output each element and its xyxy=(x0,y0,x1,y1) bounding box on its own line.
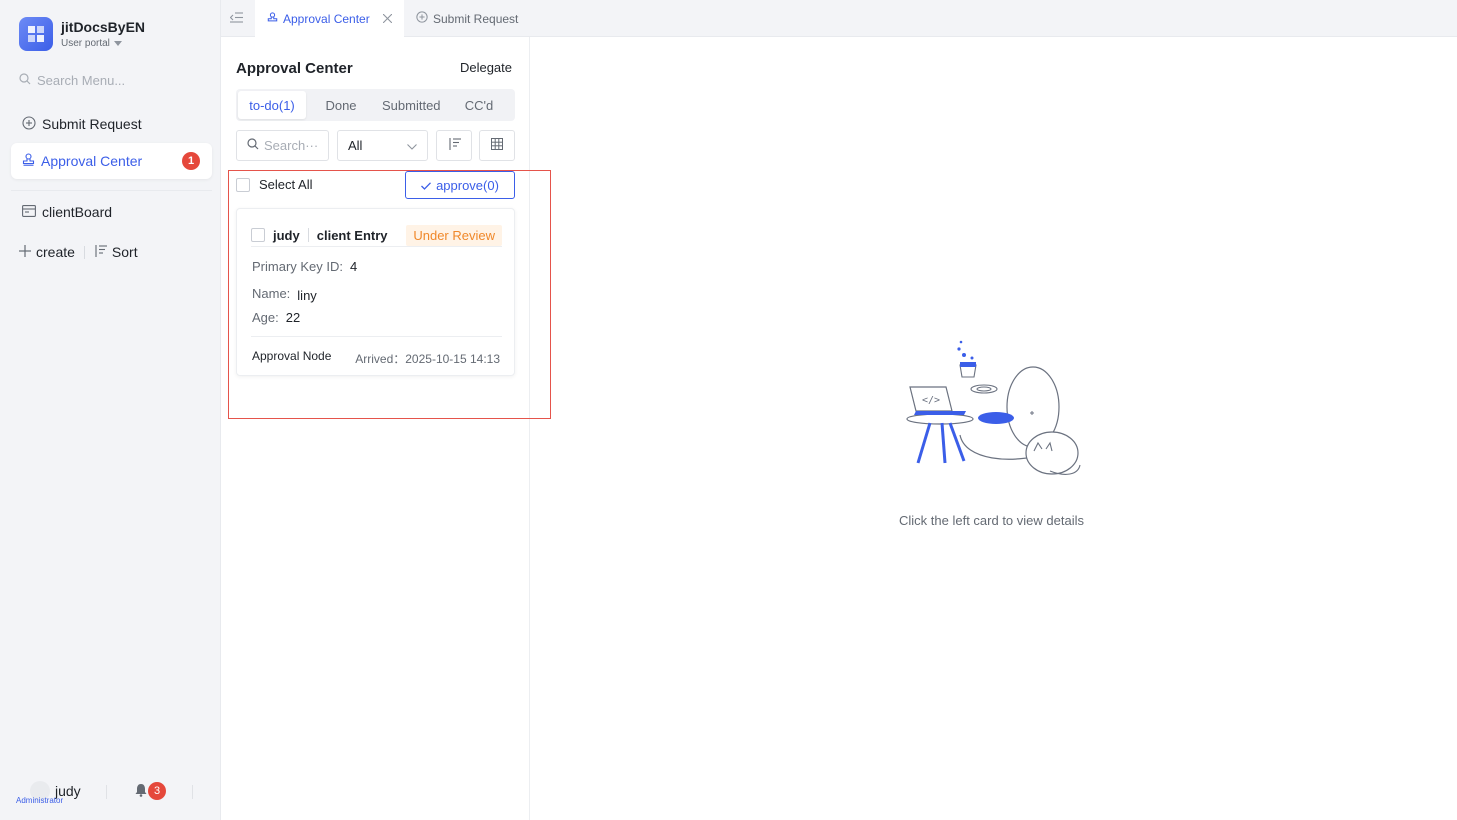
card-checkbox[interactable] xyxy=(251,228,265,242)
arrived-time: Arrived：2025-10-15 14:13 xyxy=(355,350,500,367)
status-badge: Under Review xyxy=(406,224,502,246)
card-divider xyxy=(251,246,502,247)
stamp-icon xyxy=(267,11,278,26)
field-value: 4 xyxy=(350,259,358,274)
search-placeholder: Search··· xyxy=(264,138,319,153)
select-all-label: Select All xyxy=(259,177,313,192)
approval-list-panel: Approval Center Delegate to-do(1) Done S… xyxy=(221,37,530,820)
create-label: create xyxy=(36,244,75,260)
close-icon[interactable] xyxy=(382,12,393,26)
select-all-checkbox[interactable]: Select All xyxy=(236,177,312,192)
menu-search-placeholder: Search Menu... xyxy=(37,73,126,88)
grid-icon xyxy=(491,138,503,153)
sidebar-item-clientboard[interactable]: clientBoard xyxy=(11,194,212,230)
delegate-button[interactable]: Delegate xyxy=(460,60,512,75)
tab-submit-request[interactable]: Submit Request xyxy=(416,0,518,37)
search-icon xyxy=(247,138,259,153)
sidebar-item-approval-center[interactable]: Approval Center 1 xyxy=(11,143,212,179)
app-brand[interactable]: jitDocsByEN User portal xyxy=(19,17,145,51)
sort-button[interactable]: Sort xyxy=(94,244,138,260)
arrived-label: Arrived： xyxy=(355,352,406,366)
sidebar-item-label: clientBoard xyxy=(42,204,113,220)
approval-card[interactable]: judy client Entry Under Review Primary K… xyxy=(236,208,515,376)
tab-todo[interactable]: to-do(1) xyxy=(238,91,306,119)
action-divider xyxy=(83,245,85,259)
approval-node-label: Approval Node xyxy=(252,349,332,363)
card-divider xyxy=(251,336,502,337)
approve-button[interactable]: approve(0) xyxy=(405,171,515,199)
card-field-primary-key: Primary Key ID: 4 xyxy=(252,259,357,274)
stamp-icon xyxy=(22,153,35,169)
sidebar-item-submit-request[interactable]: Submit Request xyxy=(11,106,212,142)
sort-icon xyxy=(448,138,461,153)
board-icon xyxy=(22,204,36,220)
card-divider xyxy=(307,228,309,242)
checkbox[interactable] xyxy=(236,177,250,192)
field-label: Name: xyxy=(252,286,291,301)
caret-down-icon xyxy=(113,38,122,49)
card-field-name: Name: liny xyxy=(252,286,317,303)
search-icon xyxy=(19,73,31,88)
tab-submitted[interactable]: Submitted xyxy=(382,91,444,119)
tab-label: Approval Center xyxy=(283,11,370,26)
empty-state-text: Click the left card to view details xyxy=(899,513,1084,528)
tab-ccd[interactable]: CC'd xyxy=(458,91,500,119)
svg-text:</>: </> xyxy=(922,395,940,406)
plus-circle-icon xyxy=(416,11,428,26)
field-label: Primary Key ID: xyxy=(252,259,344,274)
field-label: Age: xyxy=(252,310,279,325)
field-value: liny xyxy=(297,288,317,303)
sort-label: Sort xyxy=(111,244,138,260)
page-title: Approval Center xyxy=(236,60,353,77)
status-segmented-control: to-do(1) Done Submitted CC'd xyxy=(236,89,515,121)
arrived-value: 2025-10-15 14:13 xyxy=(405,352,500,366)
portal-switcher[interactable]: User portal xyxy=(61,38,145,49)
approval-search-input[interactable]: Search··· xyxy=(236,130,329,161)
collapse-sidebar-icon[interactable] xyxy=(229,11,243,26)
sidebar-actions: create Sort xyxy=(19,244,138,260)
portal-label: User portal xyxy=(61,38,110,49)
empty-state-illustration: </> xyxy=(900,335,1090,488)
filter-row: Search··· All xyxy=(236,130,515,161)
footer-divider xyxy=(106,785,107,799)
check-icon xyxy=(421,178,432,193)
bell-icon[interactable] xyxy=(135,783,147,800)
plus-circle-icon xyxy=(22,115,36,133)
tab-approval-center[interactable]: Approval Center xyxy=(255,0,404,37)
card-field-age: Age: 22 xyxy=(252,310,300,325)
view-toggle-button[interactable] xyxy=(479,130,515,161)
sort-icon xyxy=(94,244,107,260)
menu-search-input[interactable]: Search Menu... xyxy=(19,73,125,88)
card-form-name: client Entry xyxy=(316,227,388,243)
app-name: jitDocsByEN xyxy=(61,19,146,35)
app-logo-icon xyxy=(19,17,53,51)
filter-value: All xyxy=(348,138,363,153)
notification-badge: 3 xyxy=(148,782,166,800)
sidebar-divider xyxy=(11,190,212,191)
user-footer: judy Administrator 3 xyxy=(16,780,206,805)
footer-divider xyxy=(192,785,193,799)
chevron-down-icon xyxy=(407,138,417,153)
approval-count-badge: 1 xyxy=(182,152,200,170)
create-button[interactable]: create xyxy=(19,244,75,260)
approve-label: approve(0) xyxy=(436,177,499,193)
filter-select[interactable]: All xyxy=(337,130,428,161)
tab-bar: Approval Center Submit Request xyxy=(221,0,1457,37)
sidebar-item-label: Approval Center xyxy=(41,153,143,169)
field-value: 22 xyxy=(285,310,301,325)
plus-icon xyxy=(19,244,31,260)
sidebar: jitDocsByEN User portal Search Menu... S… xyxy=(0,0,221,820)
sidebar-item-label: Submit Request xyxy=(42,116,142,132)
sort-order-button[interactable] xyxy=(436,130,472,161)
tab-done[interactable]: Done xyxy=(312,91,370,119)
card-submitter: judy xyxy=(273,227,300,243)
user-role: Administrator xyxy=(16,796,64,805)
tab-label: Submit Request xyxy=(433,11,519,26)
card-header: judy client Entry Under Review xyxy=(251,222,502,248)
